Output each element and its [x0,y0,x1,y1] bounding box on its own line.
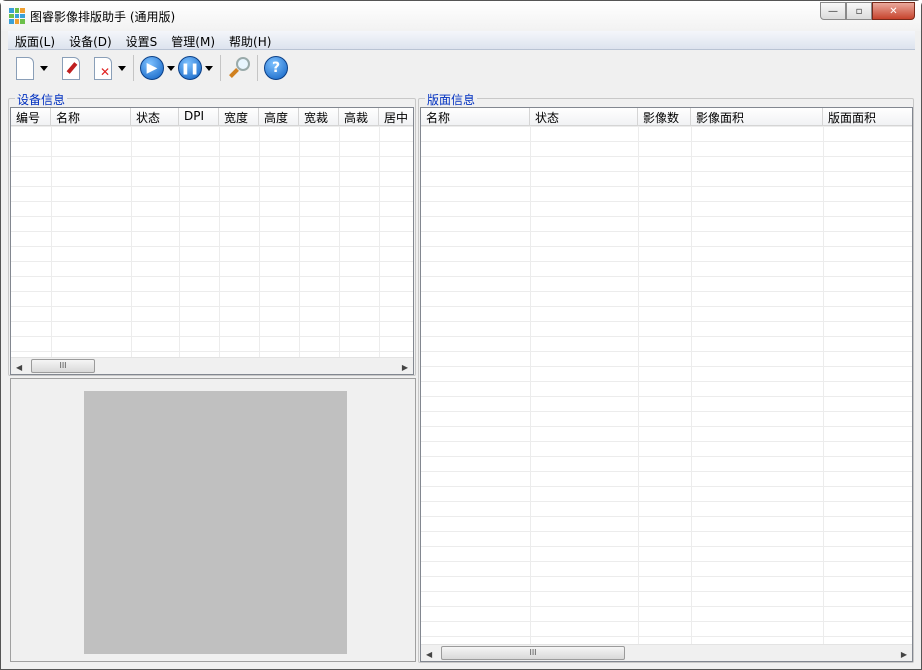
device-info-label: 设备信息 [15,91,68,108]
delete-button[interactable]: ✕ [90,54,116,82]
help-button[interactable]: ? [263,54,289,82]
help-icon: ? [264,56,288,80]
column-header[interactable]: 居中 [379,108,413,126]
device-table[interactable]: 编号 名称 状态 DPI 宽度 高度 宽裁 高裁 居中 ◀ III ▶ [10,107,414,375]
menu-manage[interactable]: 管理(M) [164,31,222,49]
layout-table[interactable]: 名称 状态 影像数 影像面积 版面面积 ◀ III ▶ [420,107,913,662]
column-header[interactable]: 高度 [259,108,299,126]
column-header[interactable]: 高裁 [339,108,379,126]
new-document-icon [16,56,34,80]
column-header[interactable]: 宽度 [219,108,259,126]
toolbar-separator [257,55,258,81]
scroll-right-icon[interactable]: ▶ [901,650,907,659]
scroll-right-icon[interactable]: ▶ [402,363,408,372]
column-header[interactable]: 状态 [131,108,179,126]
scroll-left-icon[interactable]: ◀ [426,650,432,659]
menu-help[interactable]: 帮助(H) [222,31,278,49]
preview-canvas [84,391,347,654]
preview-area [10,378,416,662]
horizontal-scrollbar[interactable]: ◀ III ▶ [421,644,912,661]
column-header[interactable]: 名称 [51,108,131,126]
close-button[interactable]: ✕ [872,2,915,20]
pause-button[interactable]: ❚❚ [177,54,203,82]
pause-dropdown[interactable] [203,54,215,82]
minimize-button[interactable]: — [820,2,846,20]
scrollbar-thumb[interactable]: III [441,646,625,660]
column-header[interactable]: 编号 [11,108,51,126]
column-header[interactable]: 影像面积 [691,108,823,126]
column-header[interactable]: 版面面积 [823,108,912,126]
column-header[interactable]: DPI [179,108,219,126]
column-header[interactable]: 状态 [530,108,638,126]
menu-bar: 版面(L) 设备(D) 设置S 管理(M) 帮助(H) [8,31,915,50]
table-body [11,126,413,357]
start-dropdown[interactable] [165,54,177,82]
horizontal-scrollbar[interactable]: ◀ III ▶ [11,357,413,374]
title-bar: 图睿影像排版助手 (通用版) — ▫ ✕ [1,1,921,31]
column-header[interactable]: 影像数 [638,108,691,126]
layout-info-label: 版面信息 [425,91,478,108]
scrollbar-thumb[interactable]: III [31,359,95,373]
play-icon: ▶ [140,56,164,80]
toolbar-separator [220,55,221,81]
pause-icon: ❚❚ [178,56,202,80]
new-dropdown[interactable] [38,54,50,82]
maximize-button[interactable]: ▫ [846,2,872,20]
search-button[interactable] [226,54,252,82]
column-header[interactable]: 宽裁 [299,108,339,126]
column-header[interactable]: 名称 [421,108,530,126]
menu-layout[interactable]: 版面(L) [8,31,62,49]
toolbar-separator [133,55,134,81]
menu-device[interactable]: 设备(D) [62,31,119,49]
menu-settings[interactable]: 设置S [119,31,165,49]
new-button[interactable] [12,54,38,82]
delete-document-icon: ✕ [94,56,112,80]
edit-document-icon [62,56,80,80]
app-window: 图睿影像排版助手 (通用版) — ▫ ✕ 版面(L) 设备(D) 设置S 管理(… [0,0,922,670]
delete-dropdown[interactable] [116,54,128,82]
table-body [421,126,912,644]
magnifier-icon [227,56,251,80]
window-title: 图睿影像排版助手 (通用版) [30,10,176,24]
toolbar: ✕ ▶ ❚❚ ? [8,51,915,85]
app-icon [9,8,25,24]
edit-button[interactable] [58,54,84,82]
scroll-left-icon[interactable]: ◀ [16,363,22,372]
start-button[interactable]: ▶ [139,54,165,82]
